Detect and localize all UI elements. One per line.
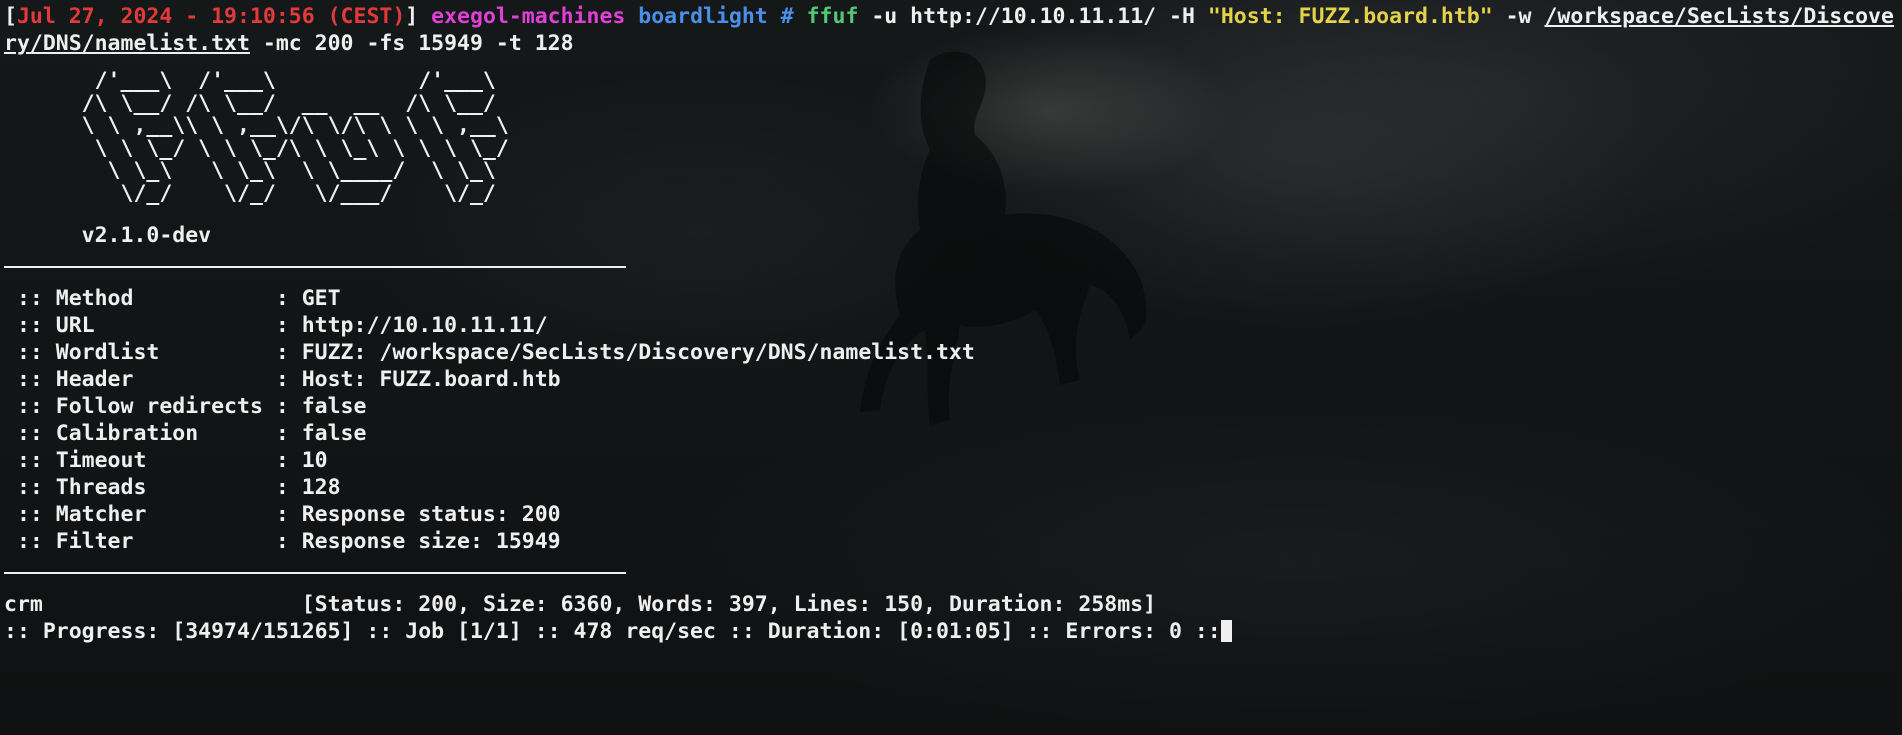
command-host-header: "Host: FUZZ.board.htb" xyxy=(1207,4,1493,29)
command-wordlist-path: /workspace/SecLists/Discove xyxy=(1544,4,1894,29)
ffuf-version: v2.1.0-dev xyxy=(4,222,1902,249)
result-word: crm xyxy=(4,592,43,617)
result-row: crm [Status: 200, Size: 6360, Words: 397… xyxy=(4,591,1902,618)
config-label: :: Matcher : xyxy=(4,502,302,527)
prompt-timestamp: Jul 27, 2024 - 19:10:56 (CEST) xyxy=(16,4,406,29)
config-row-timeout: :: Timeout : 10 xyxy=(4,447,1902,474)
ffuf-logo-line: \ \ ,__\\ \ ,__\/\ \/\ \ \ \ ,__\ xyxy=(4,113,587,138)
config-row-follow-redirects: :: Follow redirects : false xyxy=(4,393,1902,420)
config-label: :: Follow redirects : xyxy=(4,394,302,419)
command-args: -u http://10.10.11.11/ -H xyxy=(858,4,1208,29)
command-prompt-line-wrap: ry/DNS/namelist.txt -mc 200 -fs 15949 -t… xyxy=(4,30,1902,57)
ffuf-logo-line: \ \ \_/ \ \ \_/\ \ \_\ \ \ \ \_/ xyxy=(4,135,587,161)
prompt-symbol: # xyxy=(780,4,794,29)
config-value: http://10.10.11.11/ xyxy=(301,313,548,338)
version-text: v2.1.0-dev xyxy=(81,223,212,248)
config-value: Host: FUZZ.board.htb xyxy=(301,367,561,392)
config-value: Response size: 15949 xyxy=(301,529,561,554)
config-label: :: URL : xyxy=(4,313,302,338)
config-value: false xyxy=(301,421,367,446)
config-value: 128 xyxy=(301,475,341,500)
progress-status-line: :: Progress: [34974/151265] :: Job [1/1]… xyxy=(4,618,1902,645)
config-label: :: Calibration : xyxy=(4,421,302,446)
command-prompt-line: [Jul 27, 2024 - 19:10:56 (CEST)] exegol-… xyxy=(4,4,1894,29)
config-label: :: Filter : xyxy=(4,529,302,554)
config-row-method: :: Method : GET xyxy=(4,285,1902,312)
command-wordlist-path-wrap: ry/DNS/namelist.txt xyxy=(4,31,250,56)
config-row-url: :: URL : http://10.10.11.11/ xyxy=(4,312,1902,339)
terminal-cursor xyxy=(1220,620,1232,642)
config-value: GET xyxy=(301,286,341,311)
config-label: :: Method : xyxy=(4,286,302,311)
config-label: :: Threads : xyxy=(4,475,302,500)
config-row-header: :: Header : Host: FUZZ.board.htb xyxy=(4,366,1902,393)
ffuf-logo-line: \/_/ \/_/ \/___/ \/_/ xyxy=(4,180,587,206)
command-args-tail: -mc 200 -fs 15949 -t 128 xyxy=(249,31,574,56)
prompt-machine-name: exegol-machines xyxy=(431,4,626,29)
config-row-threads: :: Threads : 128 xyxy=(4,474,1902,501)
ffuf-logo-line: \ \_\ \ \_\ \ \____/ \ \_\ xyxy=(4,158,587,183)
command-name: ffuf xyxy=(806,4,859,29)
progress-text: :: Progress: [34974/151265] :: Job [1/1]… xyxy=(4,619,1221,644)
terminal-window[interactable]: [Jul 27, 2024 - 19:10:56 (CEST)] exegol-… xyxy=(0,0,1902,645)
config-row-calibration: :: Calibration : false xyxy=(4,420,1902,447)
config-value: Response status: 200 xyxy=(301,502,561,527)
config-value: FUZZ: /workspace/SecLists/Discovery/DNS/… xyxy=(301,340,975,365)
config-row-matcher: :: Matcher : Response status: 200 xyxy=(4,501,1902,528)
config-value: false xyxy=(301,394,367,419)
config-value: 10 xyxy=(301,448,328,473)
ffuf-logo-line: /\ \__/ /\ \__/ __ __ /\ \__/ xyxy=(4,90,587,116)
result-details: [Status: 200, Size: 6360, Words: 397, Li… xyxy=(301,592,1157,617)
prompt-directory: boardlight xyxy=(638,4,768,29)
command-args-w: -w xyxy=(1492,4,1545,29)
ffuf-logo-line: /'___\ /'___\ /'___\ xyxy=(4,68,587,93)
config-label: :: Header : xyxy=(4,367,302,392)
config-row-wordlist: :: Wordlist : FUZZ: /workspace/SecLists/… xyxy=(4,339,1902,366)
config-row-filter: :: Filter : Response size: 15949 xyxy=(4,528,1902,555)
config-label: :: Wordlist : xyxy=(4,340,302,365)
config-label: :: Timeout : xyxy=(4,448,302,473)
